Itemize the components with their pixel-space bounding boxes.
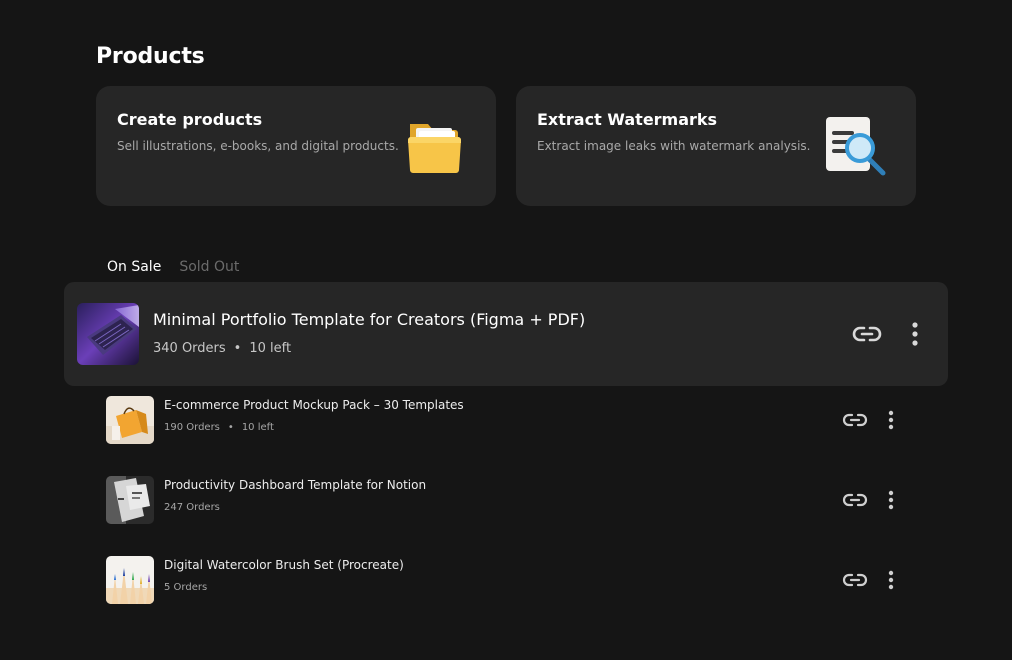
folder-icon (402, 114, 468, 180)
order-count: 190 Orders (164, 422, 220, 433)
extract-watermarks-card[interactable]: Extract Watermarks Extract image leaks w… (516, 86, 916, 206)
product-meta: 247 Orders (164, 502, 220, 513)
meta-separator: • (227, 422, 234, 433)
copy-link-icon[interactable] (842, 409, 868, 431)
order-count: 247 Orders (164, 502, 220, 513)
laptop-thumbnail (77, 303, 139, 365)
more-options-icon[interactable] (882, 569, 900, 591)
colored-pencils-thumbnail (106, 556, 154, 604)
card-description: Sell illustrations, e-books, and digital… (117, 139, 399, 153)
product-title: Productivity Dashboard Template for Noti… (164, 478, 427, 492)
order-count: 340 Orders (153, 341, 226, 356)
tab-on-sale[interactable]: On Sale (107, 259, 161, 275)
stock-count: 10 left (249, 341, 292, 356)
create-products-card[interactable]: Create products Sell illustrations, e-bo… (96, 86, 496, 206)
more-options-icon[interactable] (882, 489, 900, 511)
stock-count: 10 left (241, 422, 274, 433)
product-title: E-commerce Product Mockup Pack – 30 Temp… (164, 398, 464, 412)
order-count: 5 Orders (164, 582, 208, 593)
copy-link-icon[interactable] (851, 321, 883, 347)
product-meta: 190 Orders • 10 left (164, 422, 274, 433)
product-row[interactable]: E-commerce Product Mockup Pack – 30 Temp… (106, 396, 906, 446)
product-row[interactable]: Productivity Dashboard Template for Noti… (106, 476, 906, 526)
product-title: Digital Watercolor Brush Set (Procreate) (164, 558, 404, 572)
page-title: Products (96, 44, 205, 69)
meta-separator: • (233, 341, 242, 356)
card-title: Create products (117, 110, 263, 129)
product-meta: 340 Orders • 10 left (153, 341, 291, 356)
more-options-icon[interactable] (905, 321, 925, 347)
more-options-icon[interactable] (882, 409, 900, 431)
business-card-thumbnail (106, 476, 154, 524)
products-page: Products Create products Sell illustrati… (0, 0, 1012, 660)
tab-sold-out[interactable]: Sold Out (179, 259, 239, 275)
card-title: Extract Watermarks (537, 110, 718, 129)
copy-link-icon[interactable] (842, 489, 868, 511)
product-meta: 5 Orders (164, 582, 207, 593)
product-row[interactable]: Digital Watercolor Brush Set (Procreate)… (106, 556, 906, 606)
card-description: Extract image leaks with watermark analy… (537, 139, 811, 153)
shopping-bag-thumbnail (106, 396, 154, 444)
product-tabs: On Sale Sold Out (107, 259, 239, 275)
product-row-featured[interactable]: Minimal Portfolio Template for Creators … (64, 282, 948, 386)
copy-link-icon[interactable] (842, 569, 868, 591)
product-title: Minimal Portfolio Template for Creators … (153, 310, 586, 329)
document-search-icon (822, 114, 888, 180)
